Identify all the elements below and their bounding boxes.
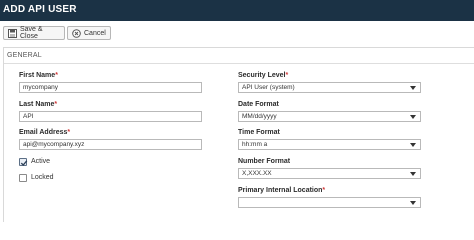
cancel-label: Cancel [84,29,106,37]
cancel-icon [72,28,81,38]
active-checkbox[interactable] [19,158,28,166]
time-format-select[interactable]: hh:mm a [238,139,421,150]
check-icon [20,160,28,166]
security-level-value: API User (system) [242,84,295,91]
title-bar: ADD API USER [0,0,474,21]
section-divider [4,63,474,64]
primary-location-select[interactable] [238,197,421,208]
security-level-select[interactable]: API User (system) [238,82,421,93]
chevron-down-icon [410,172,416,176]
chevron-down-icon [410,143,416,147]
window-title: ADD API USER [3,4,77,15]
number-format-value: X,XXX.XX [242,170,272,177]
section-title: GENERAL [7,52,42,59]
active-label: Active [31,158,51,165]
chevron-down-icon [410,201,416,205]
primary-location-label: Primary Internal Location* [238,187,326,194]
save-icon [8,28,17,38]
toolbar: Save & Close Cancel [0,21,474,47]
date-format-select[interactable]: MM/dd/yyyy [238,111,421,122]
time-format-value: hh:mm a [242,141,268,148]
first-name-input[interactable]: mycompany [19,82,202,93]
save-close-label: Save & Close [20,26,43,40]
locked-label: Locked [31,174,54,181]
chevron-down-icon [410,86,416,90]
last-name-input[interactable]: API [19,111,202,122]
date-format-value: MM/dd/yyyy [242,113,277,120]
chevron-down-icon [410,115,416,119]
save-close-button[interactable]: Save & Close [3,26,65,40]
cancel-button[interactable]: Cancel [67,26,111,40]
first-name-label: First Name* [19,72,58,79]
security-level-label: Security Level* [238,72,289,79]
email-input[interactable]: api@mycompany.xyz [19,139,202,150]
general-section: GENERAL First Name* mycompany Last Name*… [3,47,474,222]
email-label: Email Address* [19,129,71,136]
last-name-label: Last Name* [19,101,58,108]
number-format-label: Number Format [238,158,291,165]
locked-checkbox[interactable] [19,174,27,182]
number-format-select[interactable]: X,XXX.XX [238,168,421,179]
date-format-label: Date Format [238,101,279,108]
time-format-label: Time Format [238,129,280,136]
